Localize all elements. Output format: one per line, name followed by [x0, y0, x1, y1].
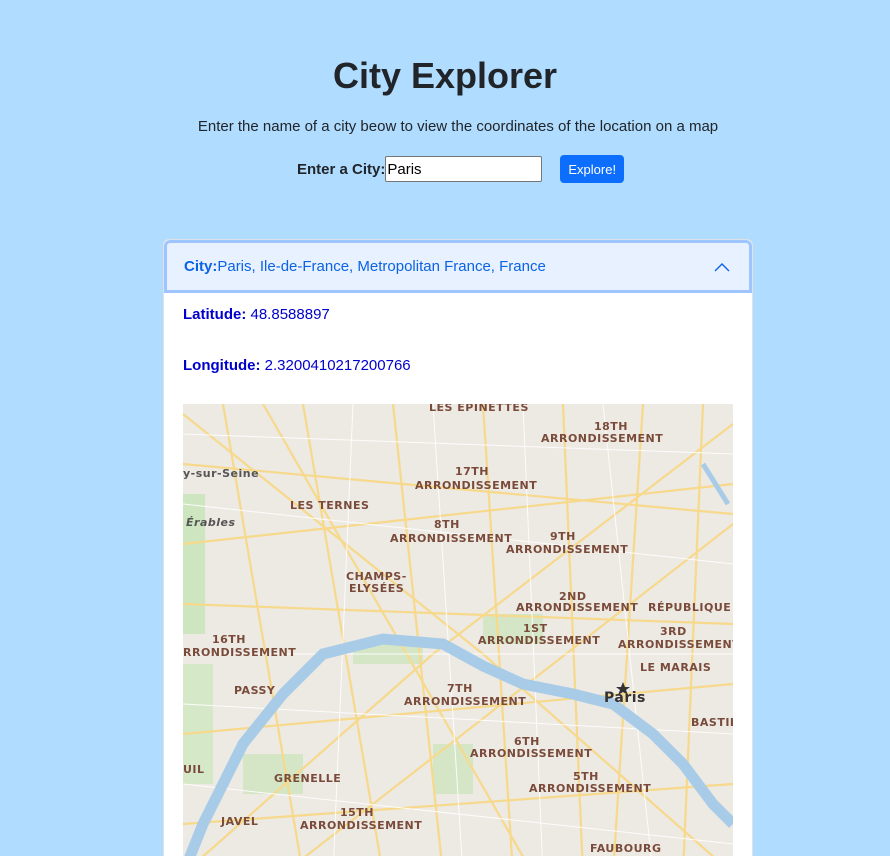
map-label: 9TH — [550, 530, 576, 543]
map-label: FAUBOURG — [590, 842, 662, 855]
map-label: ARRONDISSEMENT — [516, 601, 638, 614]
search-form: Enter a City: Explore! — [297, 155, 625, 183]
longitude-label: Longitude: — [183, 357, 261, 374]
map-label: BASTIL — [691, 716, 733, 729]
map-label: 16TH — [212, 633, 246, 646]
latitude-row: Latitude: 48.8588897 — [183, 306, 330, 323]
map-label: Érables — [186, 516, 236, 529]
map-label: ARRONDISSEMENT — [529, 782, 651, 795]
city-input-label: Enter a City: — [297, 160, 386, 178]
longitude-row: Longitude: 2.3200410217200766 — [183, 357, 411, 374]
latitude-label: Latitude: — [183, 306, 247, 323]
city-value: Paris, Ile-de-France, Metropolitan Franc… — [217, 258, 546, 275]
map-label: RÉPUBLIQUE — [648, 601, 731, 614]
map-label: LES TERNES — [290, 499, 369, 512]
map-label: ARRONDISSEMENT — [404, 695, 526, 708]
result-accordion: City: Paris, Ile-de-France, Metropolitan … — [163, 239, 753, 856]
map-label: 8TH — [434, 518, 460, 531]
map-label: 3RD — [660, 625, 687, 638]
chevron-up-icon[interactable] — [713, 259, 731, 277]
map-label: ARRONDISSEMENT — [470, 747, 592, 760]
map-label: 15TH — [340, 806, 374, 819]
map-label: ARRONDISSEMENT — [390, 532, 512, 545]
map-label: ARRONDISSEMENT — [478, 634, 600, 647]
map-label: ARRONDISSEMENT — [415, 479, 537, 492]
map-label: 17TH — [455, 465, 489, 478]
latitude-value: 48.8588897 — [250, 306, 330, 323]
map-label: RRONDISSEMENT — [183, 646, 296, 659]
map-label: LE MARAIS — [640, 661, 711, 674]
page-title: City Explorer — [332, 55, 558, 96]
map-label: ARRONDISSEMENT — [618, 638, 733, 651]
map-label: ARRONDISSEMENT — [541, 432, 663, 445]
map-label: y-sur-Seine — [183, 467, 259, 480]
map-label: ARRONDISSEMENT — [506, 543, 628, 556]
map-label: GRENELLE — [274, 772, 341, 785]
accordion-header[interactable]: City: Paris, Ile-de-France, Metropolitan … — [164, 240, 752, 293]
city-label: City: — [184, 258, 218, 275]
city-input[interactable] — [385, 156, 543, 182]
map-label: UIL — [183, 763, 205, 776]
city-map[interactable]: LES EPINETTES 18TH ARRONDISSEMENT 17TH A… — [183, 404, 733, 856]
map-label: ARRONDISSEMENT — [300, 819, 422, 832]
map-label: 7TH — [447, 682, 473, 695]
explore-button[interactable]: Explore! — [560, 155, 625, 183]
page-subtitle: Enter the name of a city beow to view th… — [197, 118, 719, 135]
map-label: JAVEL — [220, 815, 258, 828]
map-label: LES EPINETTES — [429, 404, 529, 414]
map-label: ELYSÉES — [349, 582, 404, 595]
map-label: PASSY — [234, 684, 276, 697]
map-canvas: LES EPINETTES 18TH ARRONDISSEMENT 17TH A… — [183, 404, 733, 856]
longitude-value: 2.3200410217200766 — [264, 357, 411, 374]
